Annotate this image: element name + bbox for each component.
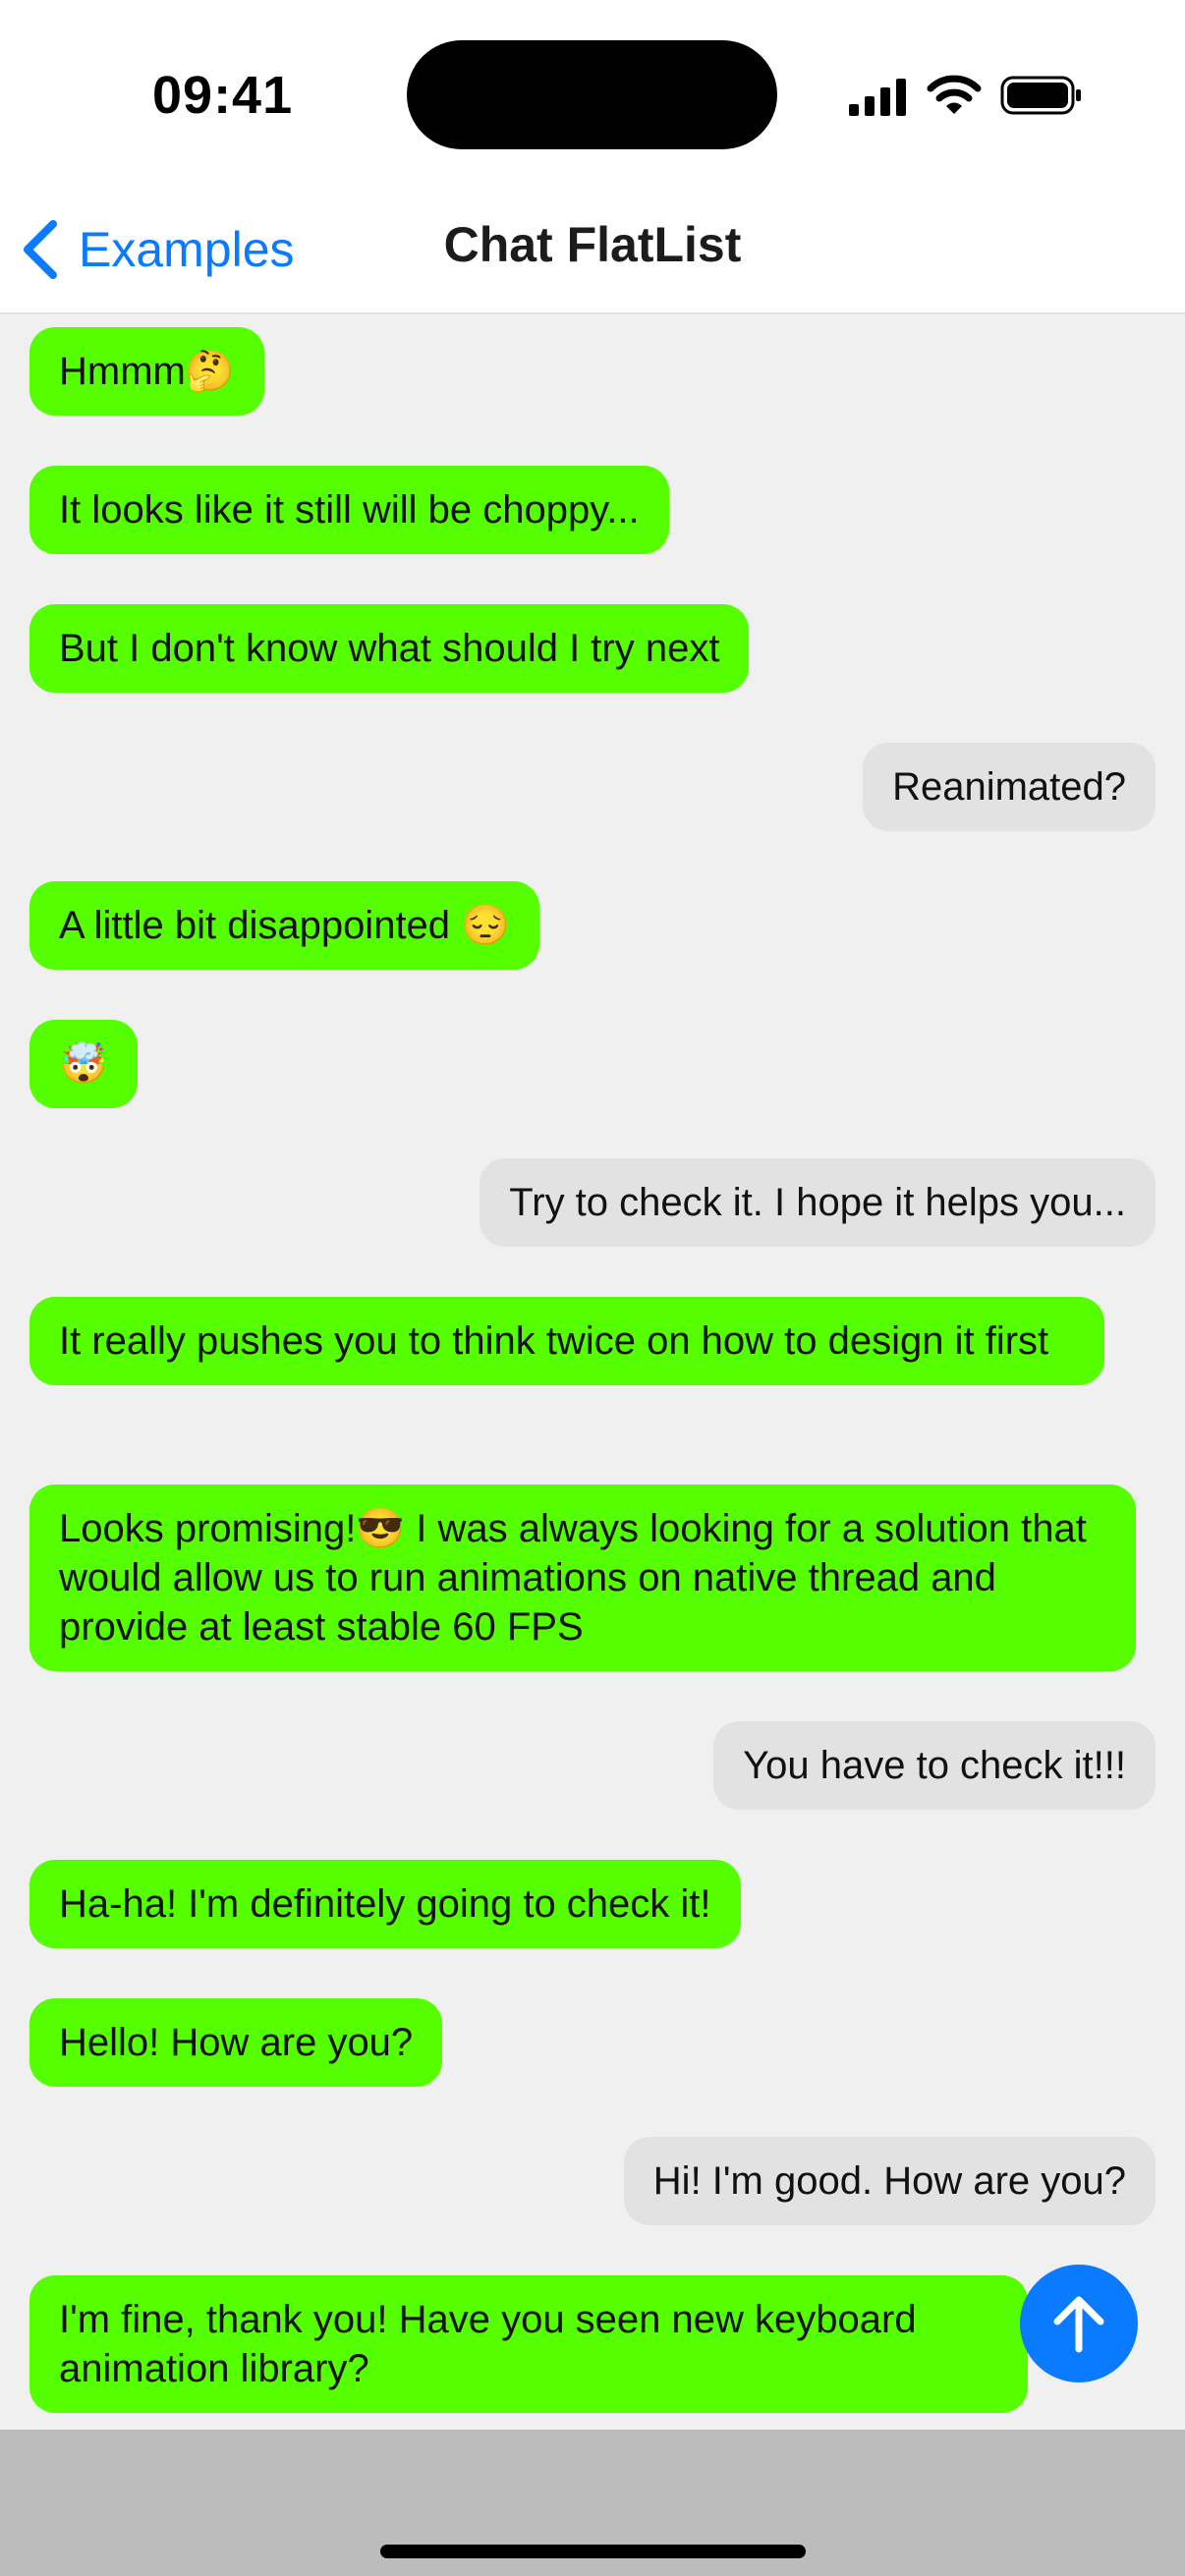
message-bubble-incoming: Ha-ha! I'm definitely going to check it!	[29, 1860, 741, 1948]
message-bubble-incoming: A little bit disappointed 😔	[29, 881, 539, 970]
message-bubble-incoming: Looks promising!😎 I was always looking f…	[29, 1484, 1136, 1671]
message-bubble-incoming: It really pushes you to think twice on h…	[29, 1297, 1104, 1385]
message-bubble-incoming: I'm fine, thank you! Have you seen new k…	[29, 2275, 1028, 2413]
message-bubble-outgoing: Try to check it. I hope it helps you...	[480, 1158, 1156, 1247]
message-bubble-outgoing: You have to check it!!!	[713, 1721, 1156, 1810]
message-bubble-incoming: It looks like it still will be choppy...	[29, 466, 669, 554]
battery-icon	[1000, 76, 1081, 115]
signal-icon	[849, 79, 906, 116]
message-bubble-incoming: But I don't know what should I try next	[29, 604, 750, 693]
message-bubble-incoming: Hello! How are you?	[29, 1998, 443, 2087]
home-indicator[interactable]	[380, 2545, 806, 2558]
navigation-bar: Examples Chat FlatList	[0, 187, 1185, 314]
message-bubble-outgoing: Hi! I'm good. How are you?	[623, 2137, 1156, 2225]
message-bubble-outgoing: Reanimated?	[863, 743, 1156, 831]
dynamic-island	[407, 40, 777, 149]
chat-message-list[interactable]: Hmmm🤔 It looks like it still will be cho…	[0, 314, 1185, 2430]
wifi-icon	[927, 75, 982, 114]
message-bubble-incoming: Hmmm🤔	[29, 327, 264, 416]
status-bar: 09:41	[0, 0, 1185, 187]
message-bubble-incoming: 🤯	[29, 1020, 138, 1108]
bottom-bar	[0, 2430, 1185, 2576]
status-time: 09:41	[152, 66, 294, 125]
scroll-to-top-button[interactable]	[1020, 2265, 1138, 2382]
arrow-up-icon	[1053, 2296, 1104, 2353]
page-title: Chat FlatList	[443, 217, 742, 272]
